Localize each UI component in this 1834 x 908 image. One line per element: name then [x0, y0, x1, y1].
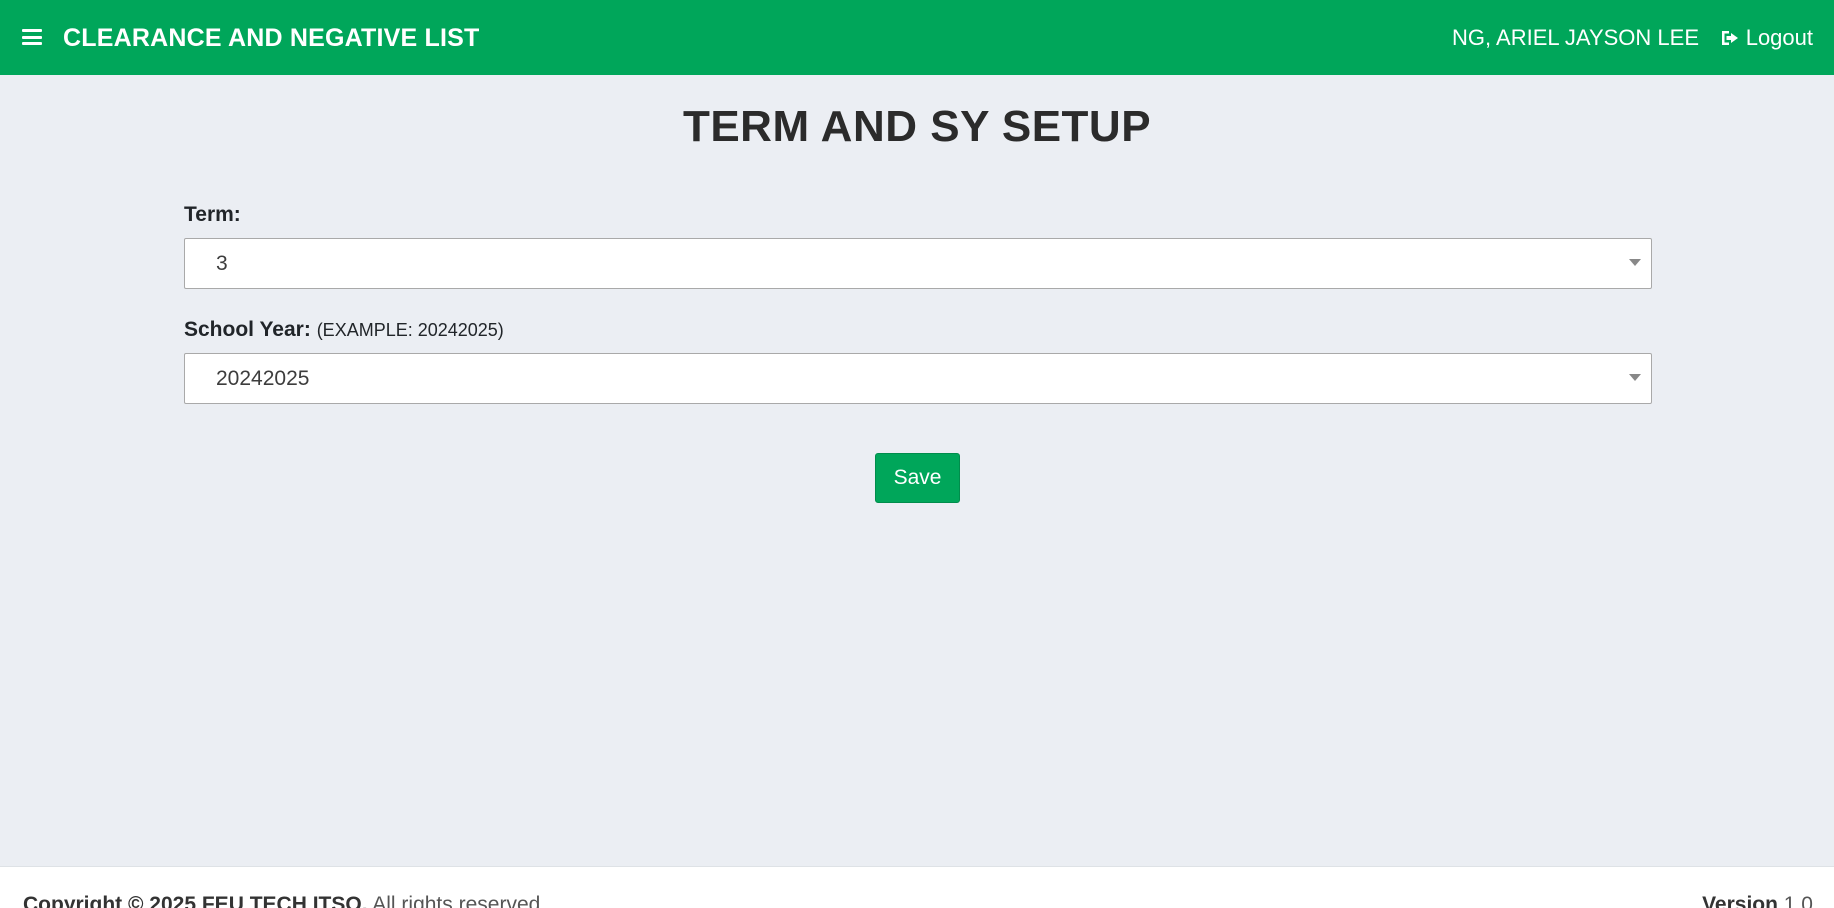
- version-label: Version: [1702, 893, 1778, 908]
- version-number: 1.0: [1783, 893, 1813, 908]
- school-year-label: School Year: (EXAMPLE: 20242025): [184, 315, 1652, 353]
- footer: Copyright © 2025 FEU TECH ITSO. All righ…: [0, 866, 1834, 908]
- page-title: TERM AND SY SETUP: [682, 102, 1152, 151]
- copyright-org-link[interactable]: FEU TECH ITSO.: [202, 893, 368, 908]
- dropdown-arrow-icon: [1629, 374, 1641, 381]
- version-text: Version 1.0: [1702, 893, 1813, 908]
- school-year-hint: (EXAMPLE: 20242025): [316, 320, 504, 340]
- school-year-label-text: School Year:: [184, 318, 311, 341]
- logout-link[interactable]: Logout: [1720, 25, 1813, 51]
- term-label-text: Term:: [184, 203, 241, 226]
- logout-label: Logout: [1745, 25, 1813, 50]
- app-brand-title[interactable]: CLEARANCE AND NEGATIVE LIST: [63, 24, 480, 53]
- dropdown-arrow-icon: [1629, 259, 1641, 266]
- hamburger-menu-icon[interactable]: [22, 29, 42, 45]
- save-button[interactable]: Save: [875, 453, 960, 503]
- term-label: Term:: [184, 200, 1652, 238]
- copyright-suffix: All rights reserved.: [372, 893, 547, 908]
- sign-out-icon: [1721, 31, 1738, 45]
- term-sy-form: Term: 3 School Year: (EXAMPLE: 20242025)…: [184, 200, 1652, 430]
- top-navbar: CLEARANCE AND NEGATIVE LIST NG, ARIEL JA…: [0, 0, 1834, 75]
- school-year-select[interactable]: 20242025: [184, 353, 1652, 404]
- copyright-text: Copyright © 2025 FEU TECH ITSO. All righ…: [23, 893, 546, 908]
- term-select-value: 3: [216, 252, 228, 275]
- copyright-prefix: Copyright © 2025: [23, 893, 197, 908]
- school-year-select-value: 20242025: [216, 367, 310, 390]
- user-name[interactable]: NG, ARIEL JAYSON LEE: [1452, 25, 1699, 51]
- term-select[interactable]: 3: [184, 238, 1652, 289]
